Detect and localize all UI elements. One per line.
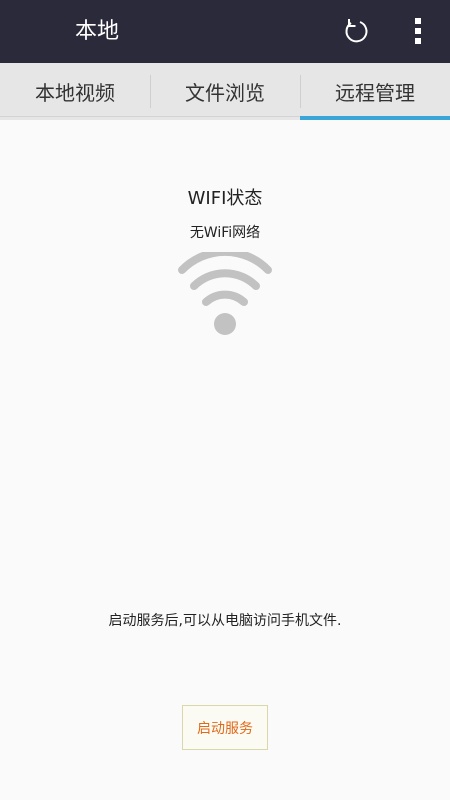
remote-management-screen: 本地 本地视频 文件浏览 远程管理 WIFI状态 无WiFi网络 启动服务后,可… bbox=[0, 0, 450, 800]
wifi-status-title: WIFI状态 bbox=[187, 188, 263, 209]
tab-local-video[interactable]: 本地视频 bbox=[0, 63, 150, 120]
tab-label: 文件浏览 bbox=[185, 81, 265, 105]
more-vertical-icon[interactable] bbox=[402, 14, 434, 48]
tab-label: 远程管理 bbox=[335, 81, 415, 105]
tab-remote-management[interactable]: 远程管理 bbox=[300, 63, 450, 120]
start-service-button[interactable]: 启动服务 bbox=[182, 705, 268, 750]
tab-label: 本地视频 bbox=[35, 81, 115, 105]
tab-bar: 本地视频 文件浏览 远程管理 bbox=[0, 63, 450, 120]
tab-indicator-active bbox=[300, 116, 450, 120]
tab-bar-divider bbox=[0, 116, 300, 117]
tab-file-browser[interactable]: 文件浏览 bbox=[150, 63, 300, 120]
app-title: 本地 bbox=[75, 19, 120, 44]
wifi-status-text: 无WiFi网络 bbox=[189, 225, 261, 241]
service-description: 启动服务后,可以从电脑访问手机文件. bbox=[108, 613, 342, 629]
refresh-icon[interactable] bbox=[340, 15, 372, 47]
app-bar: 本地 bbox=[0, 0, 450, 63]
wifi-icon bbox=[175, 247, 275, 338]
